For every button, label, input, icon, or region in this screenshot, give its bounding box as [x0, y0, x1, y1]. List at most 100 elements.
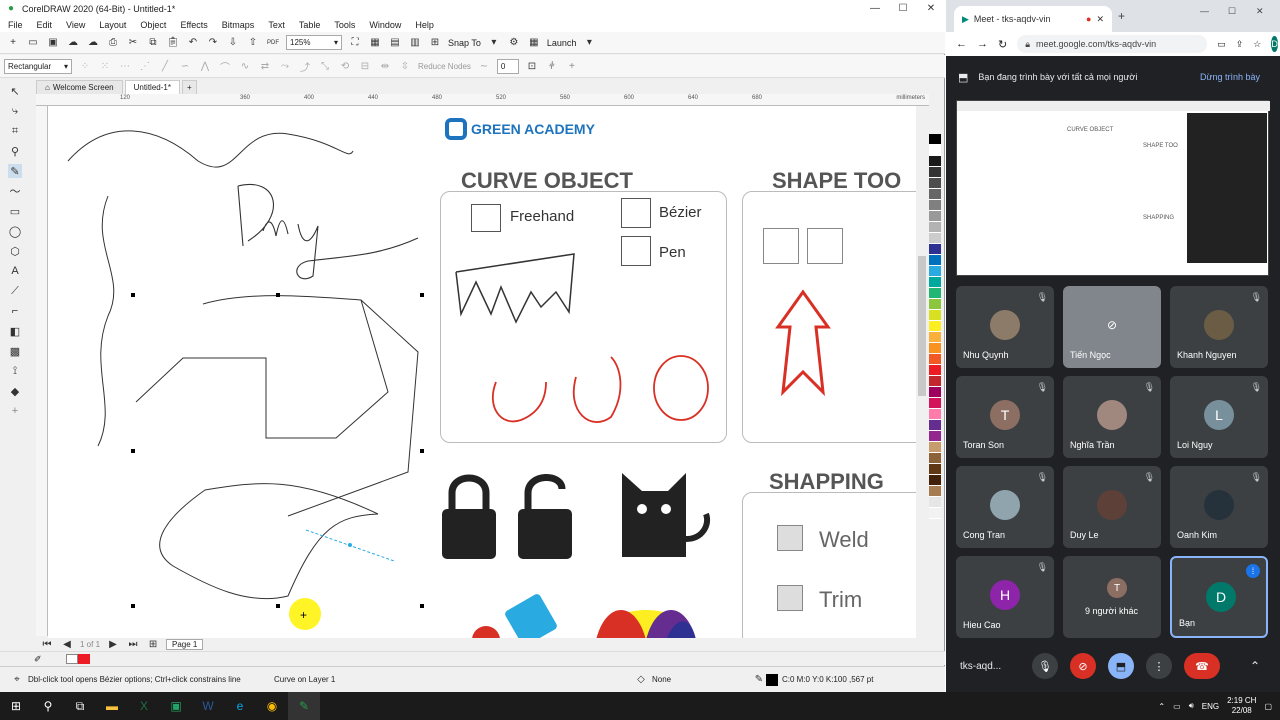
color-swatch[interactable]: [929, 387, 941, 398]
transparency-tool-icon[interactable]: ▩: [8, 344, 22, 358]
color-swatch[interactable]: [929, 508, 941, 519]
browser-tab-meet[interactable]: ▶ Meet - tks-aqdv-vin ● ✕: [954, 6, 1112, 32]
maximize-button[interactable]: ☐: [889, 0, 917, 17]
artistic-media-icon[interactable]: 〜: [8, 184, 22, 198]
present-button[interactable]: ⬒: [1108, 653, 1134, 679]
select-all-nodes-icon[interactable]: ⊡: [525, 59, 539, 73]
cusp-node-icon[interactable]: ⋀: [198, 59, 212, 73]
color-swatch[interactable]: [929, 431, 941, 442]
snap-icon[interactable]: ⊞: [428, 36, 442, 50]
minimize-icon[interactable]: —: [1200, 6, 1209, 16]
smoothness-input[interactable]: 0: [496, 58, 519, 74]
guidelines-icon[interactable]: ▥: [408, 36, 422, 50]
menu-view[interactable]: View: [66, 20, 85, 30]
rectangle-tool-icon[interactable]: ▭: [8, 204, 22, 218]
color-swatch[interactable]: [929, 486, 941, 497]
participant-tile[interactable]: 🎙︎ T Toran Son: [956, 376, 1054, 458]
no-color-swatch[interactable]: [66, 654, 78, 664]
vertical-scrollbar[interactable]: [917, 106, 927, 638]
new-document-icon[interactable]: +: [6, 36, 20, 50]
zoom-tool-icon[interactable]: ⚲: [8, 144, 22, 158]
color-swatch[interactable]: [929, 442, 941, 453]
eyedropper-tool-icon[interactable]: ⟟: [8, 364, 22, 378]
participant-tile[interactable]: 🎙︎ Nhu Quynh: [956, 286, 1054, 368]
color-swatch[interactable]: [929, 134, 941, 145]
next-page-icon[interactable]: ▶: [106, 638, 120, 652]
word-icon[interactable]: W: [192, 692, 224, 720]
text-tool-icon[interactable]: A: [8, 264, 22, 278]
reduce-nodes-button[interactable]: Reduce Nodes: [418, 62, 471, 71]
join-nodes-icon[interactable]: ⋯: [118, 59, 132, 73]
options-gear-icon[interactable]: ⚙: [507, 36, 521, 50]
color-swatch[interactable]: [929, 277, 941, 288]
rotate-nodes-icon[interactable]: ⟲: [338, 59, 352, 73]
add-tool-icon[interactable]: +: [8, 404, 22, 418]
app-green-icon[interactable]: ▣: [160, 692, 192, 720]
participant-tile[interactable]: 🎙︎ H Hieu Cao: [956, 556, 1054, 638]
menu-file[interactable]: File: [8, 20, 23, 30]
participant-tile[interactable]: 🎙︎ Cong Tran: [956, 466, 1054, 548]
cloud-icon[interactable]: ☁: [86, 36, 100, 50]
color-swatch[interactable]: [929, 354, 941, 365]
color-swatch[interactable]: [929, 497, 941, 508]
drawing-canvas[interactable]: + GREEN ACADEMY CURVE OBJECT Freehand Bé…: [48, 106, 916, 638]
print-icon[interactable]: ⎙: [106, 36, 120, 50]
minimize-button[interactable]: —: [861, 0, 889, 17]
symmetric-node-icon[interactable]: ∿: [238, 59, 252, 73]
full-screen-icon[interactable]: ⛶: [348, 36, 362, 50]
search-icon[interactable]: ⚲: [32, 692, 64, 720]
menu-help[interactable]: Help: [415, 20, 434, 30]
excel-icon[interactable]: X: [128, 692, 160, 720]
to-curve-icon[interactable]: ∽: [178, 59, 192, 73]
color-swatch[interactable]: [929, 420, 941, 431]
pick-tool-icon[interactable]: ↖: [8, 84, 22, 98]
participant-tile-self[interactable]: ⁞ D Bạn: [1170, 556, 1268, 638]
add-node-icon[interactable]: ⁘: [78, 59, 92, 73]
tab-close-icon[interactable]: ✕: [1096, 14, 1104, 25]
connector-tool-icon[interactable]: ⌐: [8, 304, 22, 318]
elastic-mode-icon[interactable]: ⫩: [545, 59, 559, 73]
chevron-down-icon[interactable]: ▾: [487, 36, 501, 50]
cut-icon[interactable]: ✂: [126, 36, 140, 50]
participant-tile[interactable]: 🎙︎ Oanh Kim: [1170, 466, 1268, 548]
menu-layout[interactable]: Layout: [99, 20, 126, 30]
app-launcher-icon[interactable]: ▦: [527, 36, 541, 50]
pdf-icon[interactable]: PDF: [266, 36, 280, 50]
color-swatch[interactable]: [929, 475, 941, 486]
menu-object[interactable]: Object: [140, 20, 166, 30]
camera-icon[interactable]: ▭: [1217, 39, 1226, 50]
more-options-button[interactable]: ⋮: [1146, 653, 1172, 679]
freehand-tool-icon[interactable]: ✎: [8, 164, 22, 178]
tab-untitled-1[interactable]: Untitled-1*: [124, 80, 180, 94]
participant-tile[interactable]: 🎙︎ L Loi Nguy: [1170, 376, 1268, 458]
star-icon[interactable]: ☆: [1253, 39, 1261, 50]
mirror-h-icon[interactable]: ⇹: [378, 59, 392, 73]
save-icon[interactable]: ▣: [46, 36, 60, 50]
scrollbar-thumb[interactable]: [918, 256, 926, 396]
first-page-icon[interactable]: ⏮: [40, 638, 54, 652]
color-swatch[interactable]: [929, 321, 941, 332]
crop-tool-icon[interactable]: ⌗: [8, 124, 22, 138]
participant-tile[interactable]: 🎙︎ Nghĩa Trần: [1063, 376, 1161, 458]
start-button-icon[interactable]: ⊞: [0, 692, 32, 720]
profile-avatar[interactable]: D: [1271, 36, 1278, 52]
color-swatch[interactable]: [929, 211, 941, 222]
color-swatch[interactable]: [929, 376, 941, 387]
color-swatch[interactable]: [929, 409, 941, 420]
participant-tile[interactable]: 🎙︎ Khanh Nguyen: [1170, 286, 1268, 368]
ellipse-tool-icon[interactable]: ◯: [8, 224, 22, 238]
chrome-icon[interactable]: ◉: [256, 692, 288, 720]
horizontal-ruler[interactable]: 120 360 400 440 480 520 560 600 640 680 …: [36, 94, 929, 106]
selection-mode-select[interactable]: Rectangular ▾: [4, 58, 72, 74]
fill-icon[interactable]: ◇: [634, 673, 648, 687]
drop-shadow-icon[interactable]: ◧: [8, 324, 22, 338]
coreldraw-taskbar-icon[interactable]: ✎: [288, 692, 320, 720]
microphone-button[interactable]: 🎙︎: [1032, 653, 1058, 679]
color-swatch[interactable]: [929, 189, 941, 200]
camera-off-button[interactable]: ⊘: [1070, 653, 1096, 679]
color-swatch[interactable]: [929, 156, 941, 167]
color-swatch[interactable]: [929, 233, 941, 244]
cloud-upload-icon[interactable]: ☁: [66, 36, 80, 50]
color-swatch[interactable]: [929, 255, 941, 266]
clock[interactable]: 2:19 CH 22/08: [1227, 696, 1256, 716]
